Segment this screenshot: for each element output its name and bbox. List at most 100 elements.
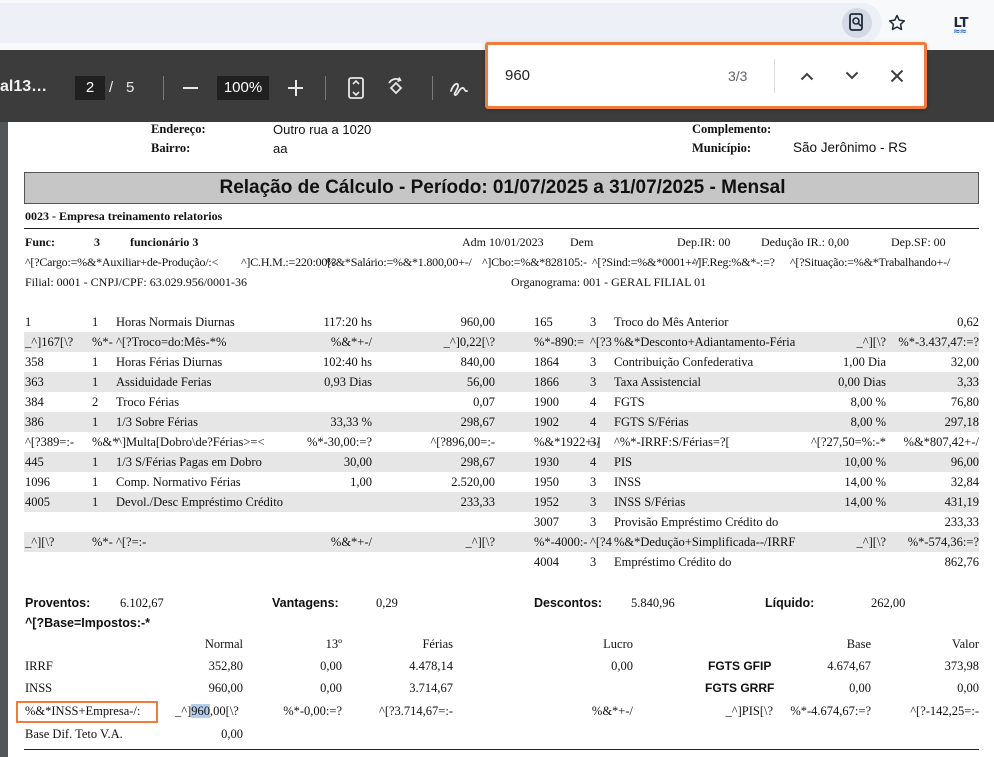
right-code: 1900 [534,395,559,409]
employee-sind: ^[?Sind:=%&*0001+-/ [592,255,699,269]
proventos-label: Proventos: [25,596,91,610]
dep-ir: Dep.IR: 00 [677,235,731,249]
base-row-13: %*-0,00:=? [283,704,342,718]
left-description: 1/3 Sobre Férias [116,415,198,429]
func-label: Func: [25,235,55,249]
report-title-band: Relação de Cálculo - Período: 01/07/2025… [24,172,979,204]
close-icon[interactable] [884,63,910,89]
right-type: 3 [590,495,597,509]
right-description: Taxa Assistencial [614,375,701,389]
base-impostos-heading: ^[?Base=Impostos:-* [25,616,151,630]
draw-icon[interactable] [446,74,472,102]
right-code: 1866 [534,375,559,389]
right-code: 1930 [534,455,559,469]
find-bar: 960 3/3 [485,42,927,109]
left-code: 384 [25,395,44,409]
left-code: 1 [25,315,32,329]
employee-freg: ^]F.Reg:%&*-:=? [692,255,775,269]
base-row-valor: 373,98 [944,659,979,673]
left-description: ^[?=:- [116,535,147,549]
zoom-lens-icon[interactable] [842,8,872,38]
base-row-lucro: 0,00 [611,659,633,673]
endereco-label: Endereço: [151,122,206,136]
liquido-label: Líquido: [765,596,815,610]
find-match-count: 3/3 [728,68,748,84]
right-code: 1902 [534,415,559,429]
right-reference: _^][\? [856,535,886,549]
base-row-13: 0,00 [320,659,342,673]
left-description: ^[?Troco=do:Mês-*% [116,335,227,349]
divider [24,228,979,229]
right-value: 3,33 [957,375,979,389]
right-type: 4 [590,415,597,429]
right-value: 0,62 [957,315,979,329]
left-value: 840,00 [460,355,495,369]
employee-situacao: ^[?Situação:=%&*Trabalhando+-/ [790,255,951,269]
right-value: 76,80 [950,395,979,409]
right-reference: 8,00 % [850,415,886,429]
extension-icon[interactable]: LT ≈≈ [946,8,976,38]
base-row-label: IRRF [25,659,53,673]
left-description: Devol./Desc Empréstimo Crédito [116,495,283,509]
zoom-out-button[interactable] [180,75,202,101]
page-separator: / [109,79,114,96]
left-reference: 1,00 [350,475,372,489]
fit-page-icon[interactable] [343,74,369,102]
right-code: 1864 [534,355,559,369]
left-type: 1 [92,475,99,489]
left-reference: %&*+-/ [330,535,372,549]
page-number-input[interactable]: 2 [75,76,105,100]
chevron-up-icon[interactable] [794,63,820,89]
right-description: %&*Dedução+Simplificada--/IRRF [614,535,796,549]
right-value: %&*807,42+-/ [903,435,979,449]
right-value: 862,76 [944,555,979,569]
extension-wave: ≈≈ [953,27,967,37]
right-description: Empréstimo Crédito do [614,555,732,569]
right-type: ^[?3 [590,335,612,349]
left-value: 56,00 [466,375,495,389]
right-description: Troco do Mês Anterior [614,315,729,329]
adm-date: Adm 10/01/2023 [462,235,544,249]
right-description: Provisão Empréstimo Crédito do [614,515,779,529]
left-type: 2 [92,395,99,409]
right-value: 96,00 [950,455,979,469]
deducao-ir: Dedução IR.: 0,00 [761,235,849,249]
chevron-down-icon[interactable] [839,63,865,89]
right-code: 4004 [534,555,559,569]
right-reference: ^[?27,50=%:-* [810,435,886,449]
right-code: 165 [534,315,553,329]
left-type: 1 [92,355,99,369]
star-icon[interactable] [882,8,912,38]
left-code: 358 [25,355,44,369]
zoom-level-input[interactable]: 100% [217,76,269,100]
right-code: %*-4000:- [534,535,588,549]
left-reference: 30,00 [343,455,372,469]
left-reference: 33,33 % [330,415,372,429]
base-row-base: %*-4.674,67:=? [790,704,871,718]
left-type: %*- [92,535,113,549]
rotate-icon[interactable] [383,74,409,102]
right-code: 1952 [534,495,559,509]
left-reference: 102:40 hs [323,355,372,369]
base-row-normal: 0,00 [221,727,243,741]
employee-chm: ^]C.H.M.:=220:00[? [241,255,337,269]
left-type: 1 [92,495,99,509]
right-reference: 1,00 Dia [842,355,886,369]
right-type: 3 [590,355,597,369]
company-name: 0023 - Empresa treinamento relatorios [25,209,223,223]
base-row-valor: 0,00 [957,681,979,695]
employee-cbo: ^]Cbo:=%&*828105:- [482,255,587,269]
left-code: 1096 [25,475,50,489]
right-type: 3 [590,475,597,489]
base-row-13: 0,00 [320,681,342,695]
right-description: INSS [614,475,642,489]
right-reference: 14,00 % [844,475,886,489]
find-input[interactable]: 960 [505,67,705,84]
address-bar[interactable] [0,3,882,43]
base-row-fg-label: FGTS GFIP [708,659,772,673]
pdf-page: Endereço: Outro rua a 1020 Complemento: … [8,122,994,757]
zoom-in-button[interactable] [285,75,307,101]
right-value: %*-3.437,47:=? [898,335,979,349]
toolbar-divider [163,76,164,100]
left-description: ^]Multa[Dobro\de?Férias>=< [116,435,265,449]
